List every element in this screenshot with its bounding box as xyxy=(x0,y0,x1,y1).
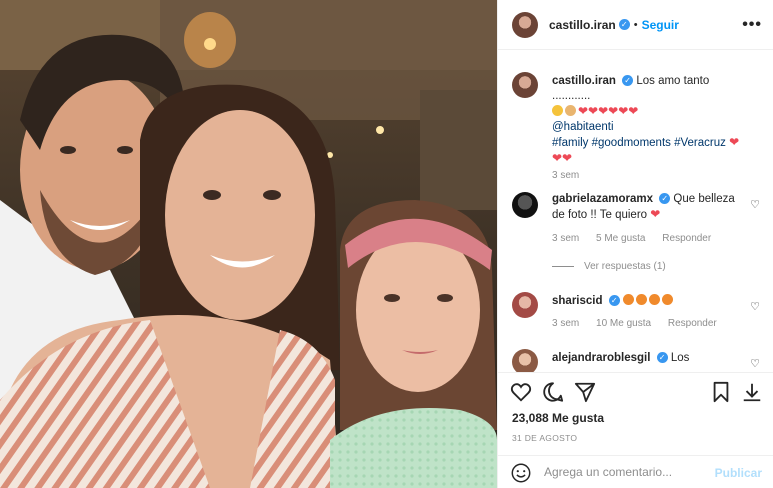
reply-button[interactable]: Responder xyxy=(668,318,717,329)
verified-badge-icon: ✓ xyxy=(622,75,634,87)
comment-item: shariscid ✓ ♡ 3 sem 10 Me gusta Responde… xyxy=(512,292,762,332)
bookmark-icon[interactable] xyxy=(710,381,732,403)
reply-button[interactable]: Responder xyxy=(662,233,711,244)
add-comment-bar: Publicar xyxy=(498,455,773,488)
replies-divider xyxy=(552,265,574,267)
like-comment-icon[interactable]: ♡ xyxy=(750,300,760,313)
smiling-hearts-emoji-icon xyxy=(552,105,563,116)
star-struck-emoji-icon xyxy=(635,294,647,305)
comment-time[interactable]: 3 sem xyxy=(552,318,579,329)
verified-badge-icon: ✓ xyxy=(608,295,620,307)
caption-text-block: castillo.iran ✓ Los amo tanto ..........… xyxy=(552,74,744,167)
star-struck-emoji-icon xyxy=(622,294,634,305)
commenter-username[interactable]: shariscid xyxy=(552,295,603,307)
commenter-username[interactable]: alejandraroblesgil xyxy=(552,352,650,364)
star-struck-emoji-icon xyxy=(661,294,673,305)
comment-text-block: gabrielazamoramx ✓ Que belleza de foto !… xyxy=(552,192,744,223)
heart-emoji-icon: ❤ xyxy=(729,135,740,149)
instagram-post: castillo.iran ✓ • Seguir ••• castillo.ir… xyxy=(0,0,773,488)
praying-hands-emoji-icon xyxy=(565,105,576,116)
heart-emoji-icon: ❤❤ xyxy=(552,151,573,165)
verified-badge-icon: ✓ xyxy=(656,352,668,364)
comment-item: alejandraroblesgil ✓ Los ♡ xyxy=(512,349,762,372)
heart-emoji-icon: ❤❤❤❤❤❤ xyxy=(578,104,639,118)
heart-emoji-icon: ❤ xyxy=(650,207,661,221)
follow-button[interactable]: Seguir xyxy=(642,18,679,32)
author-avatar[interactable] xyxy=(512,11,538,38)
caption-username[interactable]: castillo.iran xyxy=(552,75,616,87)
comment-meta: 3 sem 5 Me gusta Responder xyxy=(552,233,725,244)
caption-mention-link[interactable]: @habitaenti xyxy=(552,121,614,133)
family-selfie-image xyxy=(0,0,497,488)
post-actions: 23,088 Me gusta 31 DE AGOSTO Publicar xyxy=(498,372,773,488)
commenter-avatar[interactable] xyxy=(512,349,538,372)
comment-text: Los xyxy=(670,352,690,364)
commenter-avatar[interactable] xyxy=(512,292,538,318)
caption-item: castillo.iran ✓ Los amo tanto ..........… xyxy=(512,72,762,181)
caption-time[interactable]: 3 sem xyxy=(552,170,579,181)
comment-likes[interactable]: 5 Me gusta xyxy=(596,233,645,244)
commenter-avatar[interactable] xyxy=(512,192,538,218)
more-options-icon[interactable]: ••• xyxy=(742,16,762,34)
comment-meta: 3 sem 10 Me gusta Responder xyxy=(552,318,731,329)
caption-avatar[interactable] xyxy=(512,72,538,98)
verified-badge-icon: ✓ xyxy=(618,19,630,30)
comment-text-block: alejandraroblesgil ✓ Los xyxy=(552,351,744,366)
heart-outline-icon[interactable] xyxy=(510,381,532,403)
like-comment-icon[interactable]: ♡ xyxy=(750,357,760,370)
view-replies-button[interactable]: Ver respuestas (1) xyxy=(552,261,666,272)
author-username[interactable]: castillo.iran xyxy=(549,18,616,32)
comment-time[interactable]: 3 sem xyxy=(552,233,579,244)
caption-hashtags[interactable]: #family #goodmoments #Veracruz xyxy=(552,137,726,149)
post-side-panel: castillo.iran ✓ • Seguir ••• castillo.ir… xyxy=(497,0,773,488)
emoji-smile-icon[interactable] xyxy=(510,462,532,484)
comment-item: gabrielazamoramx ✓ Que belleza de foto !… xyxy=(512,192,762,272)
post-header: castillo.iran ✓ • Seguir ••• xyxy=(498,0,773,50)
comment-input[interactable] xyxy=(544,465,714,479)
likes-count[interactable]: 23,088 Me gusta xyxy=(512,411,604,425)
verified-badge-icon: ✓ xyxy=(659,193,671,205)
comment-text-block: shariscid ✓ xyxy=(552,294,744,309)
publish-button[interactable]: Publicar xyxy=(715,466,762,480)
separator-dot: • xyxy=(633,18,638,31)
like-comment-icon[interactable]: ♡ xyxy=(750,198,760,211)
paper-plane-icon[interactable] xyxy=(574,381,596,403)
comments-list[interactable]: castillo.iran ✓ Los amo tanto ..........… xyxy=(498,62,773,372)
star-struck-emoji-icon xyxy=(648,294,660,305)
view-replies-label[interactable]: Ver respuestas (1) xyxy=(584,261,666,272)
comment-likes[interactable]: 10 Me gusta xyxy=(596,318,651,329)
post-date[interactable]: 31 DE AGOSTO xyxy=(512,433,577,443)
post-photo[interactable] xyxy=(0,0,497,488)
download-icon[interactable] xyxy=(741,381,763,403)
commenter-username[interactable]: gabrielazamoramx xyxy=(552,193,653,205)
caption-meta: 3 sem xyxy=(552,170,593,181)
comment-icon[interactable] xyxy=(542,381,564,403)
